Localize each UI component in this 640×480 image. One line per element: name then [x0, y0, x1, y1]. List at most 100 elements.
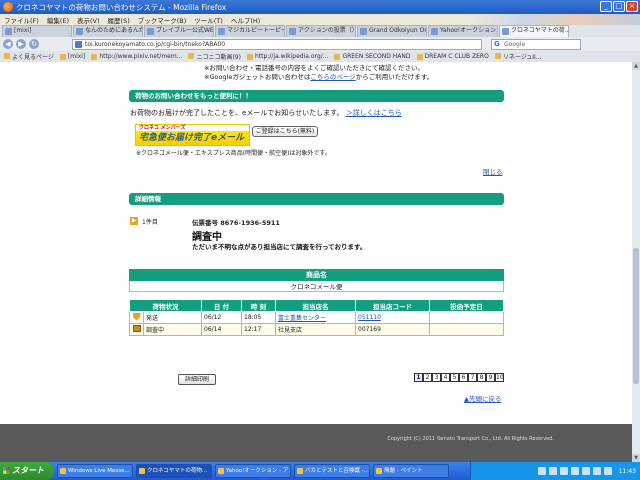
taskbar-item[interactable]: バカとテストと召喚獣 -... — [294, 464, 370, 478]
reload-button[interactable]: ↻ — [29, 39, 39, 49]
tab-item-active[interactable]: クロネコヤマトの荷... — [499, 25, 569, 37]
note-line-1: ※お問い合わせ・電話番号の内容をよくご確認いただきにて確認ください。 — [204, 64, 504, 73]
window-titlebar: クロネコヤマトの荷物お問い合わせシステム - Mozilla Firefox _… — [0, 0, 640, 14]
store-cell: 富士重集センター — [275, 311, 356, 324]
menu-history[interactable]: 履歴(S) — [108, 15, 130, 25]
tray-icon[interactable] — [592, 467, 601, 475]
close-link[interactable]: 閉じる — [483, 166, 503, 176]
status-description: ただいま不明な点があり担当店にて調査を行っております。 — [192, 243, 367, 251]
item-count: 1件目 — [142, 219, 158, 226]
tab-item[interactable]: マジカルピートーピート — [215, 25, 285, 37]
time-cell: 18:05 — [241, 311, 276, 324]
planned-cell — [429, 311, 504, 324]
store-cell: 社見支店 — [275, 323, 356, 336]
tray-icon[interactable] — [603, 467, 612, 475]
tab-item[interactable]: Yahoo!オークション — [428, 25, 498, 37]
email-notice-text: お荷物のお届けが完了したことを、eメールでお知らせいたします。 — [130, 109, 344, 117]
menu-file[interactable]: ファイル(F) — [4, 15, 39, 25]
register-button[interactable]: ご登録はこちら(無料) — [252, 126, 318, 137]
store-link[interactable]: 富士重集センター — [278, 315, 326, 322]
url-bar[interactable]: toi.kuronekoyamato.co.jp/cgi-bin/tneko?A… — [72, 38, 482, 50]
page-link[interactable]: 4 — [441, 373, 450, 382]
status-cell-icon — [129, 323, 144, 336]
scrollbar-thumb[interactable] — [633, 248, 639, 384]
taskbar-item[interactable]: 無題 - ペイント — [373, 464, 449, 478]
print-details-button[interactable]: 詳細印刷 — [178, 374, 216, 385]
tracking-detail-table: 荷物状況 日 付 時 刻 担当店名 担当店コード 投函予定日 発送 06/12 … — [129, 299, 504, 336]
menu-edit[interactable]: 編集(E) — [47, 15, 69, 25]
gadget-page-link[interactable]: こちらのページ — [310, 73, 355, 81]
tab-item[interactable]: なんのためにあるんだ — [73, 25, 143, 37]
product-table: 商品名 クロネコメール便 — [129, 269, 504, 292]
page-link[interactable]: 7 — [468, 373, 477, 382]
bookmark-item[interactable]: ニコニコ動画(9) — [188, 52, 241, 61]
tray-icon[interactable] — [581, 467, 590, 475]
page-link[interactable]: 6 — [459, 373, 468, 382]
search-input[interactable]: Google — [491, 38, 581, 50]
delivery-email-banner[interactable]: クロネコ メンバーズ 宅急便お届け完了eメール — [135, 124, 250, 146]
page-link[interactable]: 1 — [414, 373, 423, 382]
pagination: 1 2 3 4 5 6 7 8 9 10 — [414, 373, 504, 382]
menu-help[interactable]: ヘルプ(H) — [231, 15, 260, 25]
details-link[interactable]: ＞詳しくはこちら — [346, 109, 402, 117]
tray-icon[interactable] — [570, 467, 579, 475]
tray-icon[interactable] — [548, 467, 557, 475]
page-link[interactable]: 5 — [450, 373, 459, 382]
inquiry-notes: ※お問い合わせ・電話番号の内容をよくご確認いただきにて確認ください。 ※Goog… — [204, 64, 504, 82]
banner-main-text: 宅急便お届け完了eメール — [136, 131, 249, 145]
bookmark-item[interactable]: DREAM C CLUB ZERO — [416, 53, 489, 60]
maximize-button[interactable]: □ — [613, 1, 625, 12]
start-button[interactable]: スタート — [0, 462, 54, 480]
bookmark-item[interactable]: http://www.pixiv.net/mem... — [91, 53, 182, 60]
back-button[interactable]: ◀ — [3, 39, 13, 49]
page-link[interactable]: 10 — [495, 373, 504, 382]
date-cell: 06/14 — [201, 323, 242, 336]
back-to-top-link[interactable]: ▲先頭に戻る — [464, 393, 502, 403]
tab-bar: [mixi] なんのためにあるんだ プレイブルー公式WEB... マジカルピート… — [0, 25, 640, 37]
col-store: 担当店名 — [275, 299, 356, 312]
menu-view[interactable]: 表示(V) — [77, 15, 100, 25]
menu-tools[interactable]: ツール(T) — [194, 15, 223, 25]
bookmark-item[interactable]: よく見るページ — [4, 52, 54, 61]
page-link[interactable]: 3 — [432, 373, 441, 382]
page-content: ※お問い合わせ・電話番号の内容をよくご確認いただきにて確認ください。 ※Goog… — [0, 62, 632, 462]
tab-item[interactable]: プレイブルー公式WEB... — [144, 25, 214, 37]
status-cell-icon — [129, 311, 144, 324]
tab-item[interactable]: アクションの投票（）レ — [286, 25, 356, 37]
taskbar-item[interactable]: Windows Live Messe... — [57, 464, 133, 478]
taskbar-item[interactable]: Yahoo!オークション - ア... — [215, 464, 291, 478]
tab-item[interactable]: [mixi] — [2, 25, 72, 37]
page-link[interactable]: 2 — [423, 373, 432, 382]
status-cell: 調査中 — [143, 323, 202, 336]
page-link[interactable]: 8 — [477, 373, 486, 382]
tray-icon[interactable] — [537, 467, 546, 475]
page-footer: Copyright (C) 2011 Yamato Transport Co.,… — [0, 424, 632, 462]
bookmark-item[interactable]: GREEN SECOND HAND — [334, 53, 411, 60]
tab-item[interactable]: Grand Odkoiyun Onl... — [357, 25, 427, 37]
col-date: 日 付 — [201, 299, 242, 312]
scroll-up-icon[interactable]: ▲ — [632, 62, 640, 70]
clock: 11:43 — [618, 467, 636, 475]
note-line-2: ※Googleガジェットお問い合わせはこちらのページからご利用いただけます。 — [204, 73, 504, 82]
vertical-scrollbar[interactable]: ▲ ▼ — [632, 62, 640, 462]
bookmark-item[interactable]: http://ja.wikipedia.org/... — [246, 53, 328, 60]
note-text: ※Googleガジェットお問い合わせは — [204, 73, 311, 81]
firefox-icon — [3, 2, 13, 12]
close-window-button[interactable]: × — [626, 1, 638, 12]
col-time: 時 刻 — [241, 299, 276, 312]
bookmark-item[interactable]: リネージュII... — [494, 52, 542, 61]
forward-button[interactable]: ▶ — [16, 39, 26, 49]
page-link[interactable]: 9 — [486, 373, 495, 382]
date-cell: 06/12 — [201, 311, 242, 324]
bookmark-item[interactable]: [mixi] — [59, 53, 85, 60]
tray-icon[interactable] — [559, 467, 568, 475]
menu-bookmarks[interactable]: ブックマーク(B) — [138, 15, 187, 25]
minimize-button[interactable]: _ — [600, 1, 612, 12]
note-text: にて確認ください。 — [365, 64, 424, 72]
taskbar-item-active[interactable]: クロネコヤマトの荷物... — [136, 464, 212, 478]
arrow-down-icon — [132, 312, 141, 321]
store-code-link[interactable]: 051110 — [358, 314, 381, 321]
code-cell: 051110 — [355, 311, 430, 324]
time-cell: 12:17 — [241, 323, 276, 336]
scroll-down-icon[interactable]: ▼ — [632, 454, 640, 462]
